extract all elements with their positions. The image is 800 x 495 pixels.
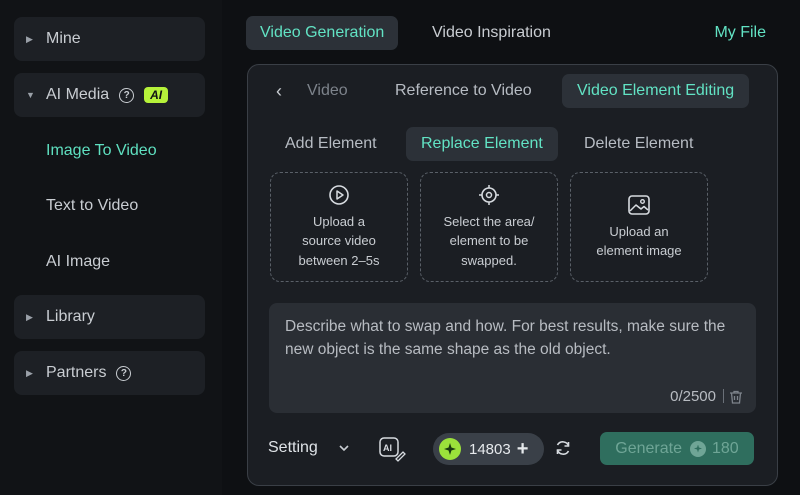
chevron-down-icon[interactable] [338,442,350,454]
caret-right-icon: ▶ [26,367,33,378]
sidebar-subitem-text-to-video[interactable]: Text to Video [46,197,138,215]
credit-coin-icon [439,438,461,460]
prompt-placeholder: Describe what to swap and how. For best … [285,318,726,358]
sidebar-subitem-ai-image[interactable]: AI Image [46,253,110,271]
ai-badge: AI [144,87,169,103]
divider [723,389,724,403]
select-area-card[interactable]: Select the area/ element to be swapped. [420,172,558,282]
tab-video-generation[interactable]: Video Generation [246,16,399,50]
upload-source-video-card[interactable]: Upload a source video between 2–5s [270,172,408,282]
ai-prompt-icon[interactable]: AI [378,436,406,462]
caret-down-icon: ▼ [26,90,35,100]
bottom-toolbar: Setting AI 14803 + Generate 180 [248,430,777,466]
play-circle-icon [329,184,349,205]
tab-add-element[interactable]: Add Element [270,127,392,161]
sidebar-item-label: AI Media [46,86,110,103]
top-tabs: Video Generation Video Inspiration My Fi… [246,16,786,50]
caret-right-icon: ▶ [26,33,33,44]
generate-button[interactable]: Generate 180 [600,432,754,465]
caret-right-icon: ▶ [26,311,33,322]
sidebar: ▶ Mine ▼ AI Media ? AI Image To Video Te… [0,0,222,495]
refresh-icon[interactable] [554,439,572,457]
tab-video-element-editing[interactable]: Video Element Editing [562,74,750,108]
card-text: Select the area/ element to be swapped. [443,213,535,268]
credit-coin-icon [690,440,706,457]
card-text: Upload a source video between 2–5s [298,213,380,268]
trash-icon[interactable] [728,389,744,405]
help-icon[interactable]: ? [119,87,135,103]
generation-panel: ‹ Video Reference to Video Video Element… [247,64,778,486]
sidebar-item-partners[interactable]: ▶ Partners ? [14,351,205,395]
tab-replace-element[interactable]: Replace Element [406,127,558,161]
image-icon [628,194,650,215]
char-counter: 0/2500 [670,388,716,405]
tab-reference-to-video[interactable]: Reference to Video [380,74,547,108]
tab-video[interactable]: Video [292,74,363,108]
sidebar-item-label: Partners [46,364,107,381]
sidebar-item-ai-media[interactable]: ▼ AI Media ? AI [14,73,205,117]
sidebar-item-library[interactable]: ▶ Library [14,295,205,339]
prompt-textarea[interactable]: Describe what to swap and how. For best … [269,303,756,413]
target-icon [479,184,499,205]
tab-video-inspiration[interactable]: Video Inspiration [418,16,565,50]
sidebar-item-label: Library [46,308,95,325]
help-icon[interactable]: ? [116,365,132,381]
credit-balance: 14803 [469,440,511,458]
setting-dropdown[interactable]: Setting [268,430,318,466]
sidebar-item-mine[interactable]: ▶ Mine [14,17,205,61]
sub-tabs: ‹ Video Reference to Video Video Element… [268,74,768,108]
upload-element-image-card[interactable]: Upload an element image [570,172,708,282]
sidebar-subitem-image-to-video[interactable]: Image To Video [46,142,157,160]
card-text: Upload an element image [596,223,682,259]
generate-label: Generate [615,439,682,457]
my-file-link[interactable]: My File [714,16,766,50]
generate-cost: 180 [712,439,739,457]
tab-delete-element[interactable]: Delete Element [569,127,708,161]
add-credits-icon[interactable]: + [517,439,529,459]
sidebar-item-label: Mine [46,30,81,47]
credits-pill[interactable]: 14803 + [433,433,544,465]
chevron-left-icon[interactable]: ‹ [276,74,282,108]
svg-text:AI: AI [383,443,392,453]
